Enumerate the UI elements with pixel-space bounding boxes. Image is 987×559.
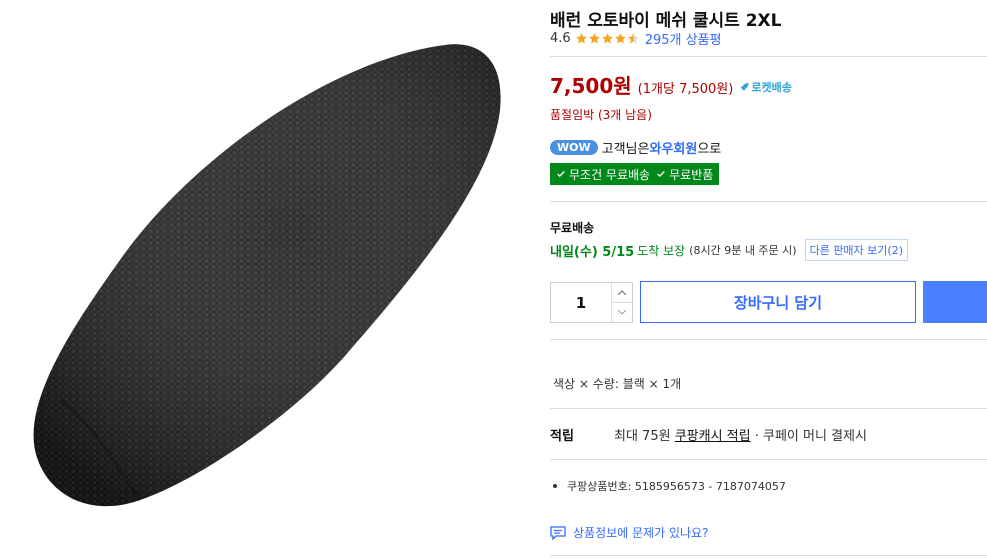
wow-prefix: 고객님은 xyxy=(601,142,650,157)
check-icon xyxy=(557,171,565,177)
report-label: 상품정보에 문제가 있나요? xyxy=(573,526,709,540)
product-title: 배런 오토바이 메쉬 쿨시트 2XL xyxy=(550,11,782,31)
add-to-cart-button[interactable]: 장바구니 담기 xyxy=(640,281,916,323)
rating-row: 4.6 295개 상품평 xyxy=(550,29,721,48)
cash-text: 최대 75원 쿠팡캐시 적립 · 쿠페이 머니 결제시 xyxy=(614,425,867,444)
unit-price: (1개당 7,500원) xyxy=(637,82,734,97)
wow-member-text: 와우회원 xyxy=(649,142,698,157)
rocket-label: 로켓배송 xyxy=(751,81,792,94)
report-problem-link[interactable]: 상품정보에 문제가 있나요? xyxy=(550,524,708,541)
order-deadline-note: (8시간 9분 내 주문 시) xyxy=(689,244,797,257)
wow-benefits-box: 무조건 무료배송 무료반품 xyxy=(550,163,720,185)
price-row: 7,500원 (1개당 7,500원) 로켓배송 xyxy=(550,70,792,99)
divider xyxy=(550,339,987,340)
star-icon xyxy=(601,33,613,44)
bullet xyxy=(553,484,557,488)
review-count-link[interactable]: 295개 상품평 xyxy=(645,29,722,48)
other-seller-button[interactable]: 다른 판매자 보기(2) xyxy=(804,239,908,261)
quantity-input[interactable]: 1 xyxy=(551,283,611,322)
cash-reward-row: 적립 최대 75원 쿠팡캐시 적립 · 쿠페이 머니 결제시 xyxy=(550,425,867,444)
rocket-icon xyxy=(740,83,749,91)
quantity-stepper: 1 xyxy=(550,282,633,323)
delivery-guarantee: 도착 보장 xyxy=(637,243,686,258)
stock-warning: 품절임박 (3개 남음) xyxy=(550,108,652,122)
cash-label: 적립 xyxy=(550,429,574,444)
product-number: 쿠팡상품번호: 5185956573 - 7187074057 xyxy=(567,480,786,493)
divider xyxy=(550,555,987,556)
product-number-item: 쿠팡상품번호: 5185956573 - 7187074057 xyxy=(553,478,786,494)
rating-score: 4.6 xyxy=(550,31,571,46)
star-icon xyxy=(575,33,587,44)
rocket-delivery-badge: 로켓배송 xyxy=(738,79,792,95)
star-half-icon xyxy=(627,33,639,44)
star-icon xyxy=(614,33,626,44)
divider xyxy=(550,201,987,202)
buy-now-button[interactable] xyxy=(923,281,987,323)
delivery-date: 내일(수) 5/15 xyxy=(550,244,635,260)
wow-badge: WOW xyxy=(550,140,598,155)
check-icon xyxy=(657,171,665,177)
cash-prefix: 최대 75원 xyxy=(614,429,675,444)
divider xyxy=(550,408,987,409)
seat-cover-image xyxy=(33,44,501,507)
divider xyxy=(550,56,987,57)
star-rating xyxy=(575,32,640,45)
star-icon xyxy=(588,33,600,44)
sale-price: 7,500원 xyxy=(550,74,632,98)
free-shipping-benefit: 무조건 무료배송 xyxy=(569,167,651,182)
coupang-cash-link[interactable]: 쿠팡캐시 적립 xyxy=(675,429,751,444)
selected-option: 색상 × 수량: 블랙 × 1개 xyxy=(553,377,682,391)
chat-report-icon xyxy=(550,525,566,540)
free-return-benefit: 무료반품 xyxy=(669,167,714,182)
wow-row: WOW 고객님은 와우회원 으로 xyxy=(550,138,721,157)
chevron-up-icon[interactable] xyxy=(612,283,632,303)
quantity-steps xyxy=(611,283,632,322)
product-image[interactable] xyxy=(0,0,540,559)
wow-suffix: 으로 xyxy=(697,142,722,157)
divider xyxy=(550,459,987,460)
chevron-down-icon[interactable] xyxy=(612,303,632,322)
shipping-title: 무료배송 xyxy=(550,221,595,235)
product-info-panel: 배런 오토바이 메쉬 쿨시트 2XL 4.6 295개 상품평 7,500원 (… xyxy=(550,0,987,559)
delivery-row: 내일(수) 5/15 도착 보장 (8시간 9분 내 주문 시) 다른 판매자 … xyxy=(550,239,908,261)
cash-suffix: · 쿠페이 머니 결제시 xyxy=(750,429,867,444)
